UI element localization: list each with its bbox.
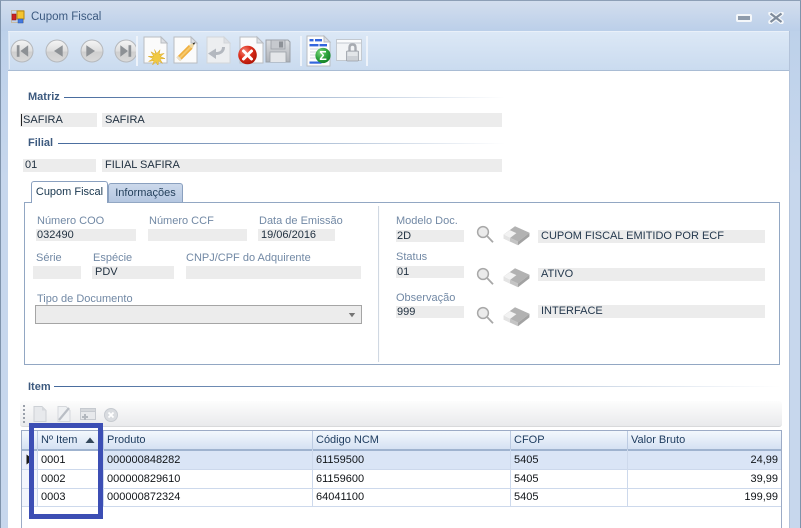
- svg-text:Σ: Σ: [319, 49, 327, 63]
